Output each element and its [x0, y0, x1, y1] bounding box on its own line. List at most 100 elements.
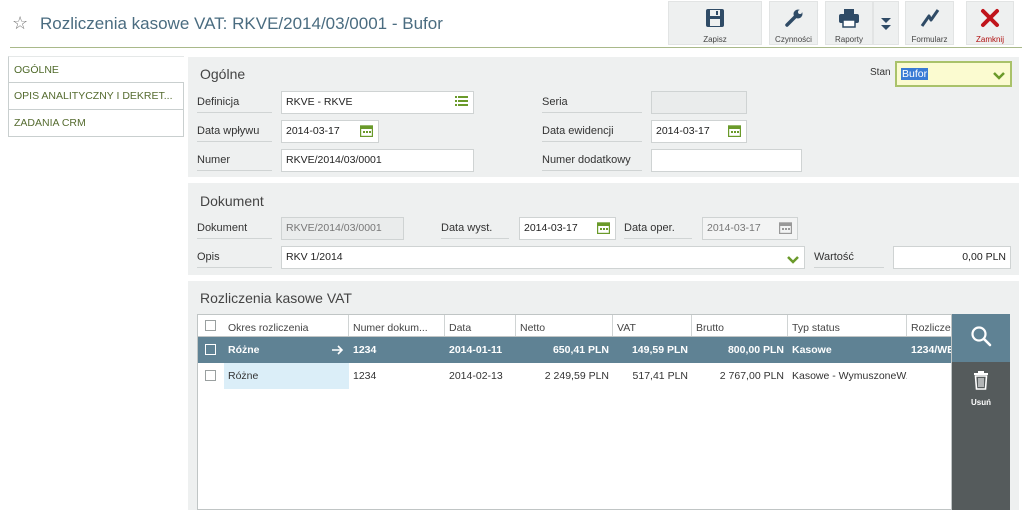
reports-button[interactable]: Raporty	[825, 1, 873, 45]
chevron-down-icon	[787, 252, 799, 273]
document-label: Dokument	[197, 222, 272, 239]
delete-button[interactable]: Usuń	[952, 366, 1010, 414]
cell-date: 2014-02-13	[449, 370, 503, 382]
wrench-icon	[784, 6, 804, 30]
record-date-label: Data ewidencji	[542, 125, 642, 142]
cell-gross: 800,00 PLN	[727, 344, 784, 356]
description-select[interactable]: RKV 1/2014	[281, 246, 805, 269]
delete-label: Usuń	[971, 398, 991, 407]
received-date-label: Data wpływu	[197, 125, 272, 142]
document-panel: Dokument Dokument RKVE/2014/03/0001 Data…	[188, 183, 1019, 275]
cell-period: Różne	[224, 363, 349, 389]
cell-settlement: 1234/WE	[911, 344, 951, 356]
cell-net: 650,41 PLN	[552, 344, 609, 356]
status-label: Stan	[870, 67, 891, 78]
row-checkbox-cell[interactable]	[198, 337, 224, 363]
select-all-checkbox[interactable]	[205, 320, 216, 331]
favorite-star-icon[interactable]: ☆	[12, 13, 28, 34]
list-icon[interactable]	[455, 95, 468, 116]
section-tabs: OGÓLNE OPIS ANALITYCZNY I DEKRET... ZADA…	[8, 56, 184, 137]
value-field[interactable]: 0,00 PLN	[893, 246, 1011, 269]
close-button[interactable]: Zamknij	[966, 1, 1014, 45]
cell-doc-number: 1234	[353, 344, 377, 356]
actions-button[interactable]: Czynności	[769, 1, 818, 45]
issue-date-value: 2014-03-17	[524, 222, 578, 234]
table-row[interactable]: Różne 1234 2014-02-13 2 249,59 PLN 517,4…	[198, 363, 951, 389]
col-doc-number[interactable]: Numer dokum...	[349, 315, 445, 336]
row-checkbox-cell[interactable]	[198, 363, 224, 389]
cell-doc-number: 1234	[353, 370, 377, 382]
search-button[interactable]	[952, 314, 1010, 362]
calendar-icon[interactable]	[596, 221, 611, 242]
operation-date-value: 2014-03-17	[707, 222, 761, 234]
cell-period: Różne	[228, 344, 260, 356]
number-field[interactable]: RKVE/2014/03/0001	[281, 149, 474, 172]
operation-date-label: Data oper.	[624, 222, 692, 239]
record-date-field[interactable]: 2014-03-17	[651, 120, 747, 143]
table-row[interactable]: Różne 1234 2014-01-11 650,41 PLN 149,59 …	[198, 337, 951, 363]
reports-label: Raporty	[834, 35, 863, 44]
series-field	[651, 91, 747, 114]
cell-vat: 149,59 PLN	[631, 344, 688, 356]
form-button[interactable]: Formularz	[905, 1, 954, 45]
form-label: Formularz	[911, 35, 948, 44]
extra-number-field[interactable]	[651, 149, 802, 172]
grid-actions-panel: Usuń	[952, 314, 1010, 510]
tab-crm-tasks[interactable]: ZADANIA CRM	[8, 110, 184, 137]
status-value: Bufor	[901, 68, 929, 80]
issue-date-field[interactable]: 2014-03-17	[519, 217, 616, 240]
more-dropdown-button[interactable]	[873, 1, 899, 45]
floppy-disk-icon	[705, 6, 725, 30]
document-title: Dokument	[200, 193, 264, 209]
window-header: ☆ Rozliczenia kasowe VAT: RKVE/2014/03/0…	[0, 0, 1024, 48]
col-date[interactable]: Data	[445, 315, 516, 336]
cell-date: 2014-01-11	[449, 344, 503, 356]
record-date-value: 2014-03-17	[656, 125, 710, 137]
cell-status-type: Kasowe - WymuszoneW...	[792, 370, 907, 382]
cell-net: 2 249,59 PLN	[544, 370, 609, 382]
grid-header: Okres rozliczenia Numer dokum... Data Ne…	[198, 315, 951, 337]
general-title: Ogólne	[200, 66, 246, 82]
value-label: Wartość	[814, 251, 884, 268]
arrow-right-icon	[332, 337, 348, 363]
received-date-field[interactable]: 2014-03-17	[281, 120, 379, 143]
col-period[interactable]: Okres rozliczenia	[224, 315, 349, 336]
col-gross[interactable]: Brutto	[692, 315, 788, 336]
extra-number-label: Numer dodatkowy	[542, 154, 642, 171]
issue-date-label: Data wyst.	[441, 222, 509, 239]
col-net[interactable]: Netto	[516, 315, 613, 336]
status-select[interactable]: Bufor	[895, 61, 1012, 87]
number-label: Numer	[197, 154, 272, 171]
close-x-icon	[980, 6, 1000, 30]
calendar-icon	[778, 221, 793, 242]
operation-date-field: 2014-03-17	[702, 217, 798, 240]
row-checkbox[interactable]	[205, 344, 216, 355]
document-field: RKVE/2014/03/0001	[281, 217, 404, 240]
definition-label: Definicja	[197, 96, 272, 113]
col-settlement[interactable]: Rozliczen	[907, 315, 951, 336]
col-vat[interactable]: VAT	[613, 315, 692, 336]
col-status-type[interactable]: Typ status	[788, 315, 907, 336]
cell-settlement	[911, 363, 951, 389]
close-label: Zamknij	[975, 35, 1004, 44]
trash-icon	[973, 370, 989, 395]
general-panel: Ogólne Stan Bufor Definicja RKVE - RKVE …	[188, 57, 1019, 177]
definition-field[interactable]: RKVE - RKVE	[281, 91, 474, 114]
tab-analytical-description[interactable]: OPIS ANALITYCZNY I DEKRET...	[8, 83, 184, 110]
cell-gross: 2 767,00 PLN	[719, 370, 784, 382]
row-checkbox[interactable]	[205, 370, 216, 381]
settlements-title: Rozliczenia kasowe VAT	[200, 290, 352, 306]
calendar-icon[interactable]	[359, 124, 374, 145]
header-divider	[10, 47, 1022, 48]
settlements-grid: Okres rozliczenia Numer dokum... Data Ne…	[197, 314, 952, 510]
series-label: Seria	[542, 96, 642, 113]
lightning-icon	[920, 6, 940, 30]
page-title: Rozliczenia kasowe VAT: RKVE/2014/03/000…	[40, 14, 443, 33]
calendar-icon[interactable]	[727, 124, 742, 145]
chevron-down-icon	[993, 67, 1005, 89]
actions-label: Czynności	[775, 35, 812, 44]
tab-general[interactable]: OGÓLNE	[8, 56, 184, 83]
select-all-cell[interactable]	[198, 315, 224, 336]
description-value: RKV 1/2014	[286, 251, 343, 263]
save-button[interactable]: Zapisz	[668, 1, 762, 45]
